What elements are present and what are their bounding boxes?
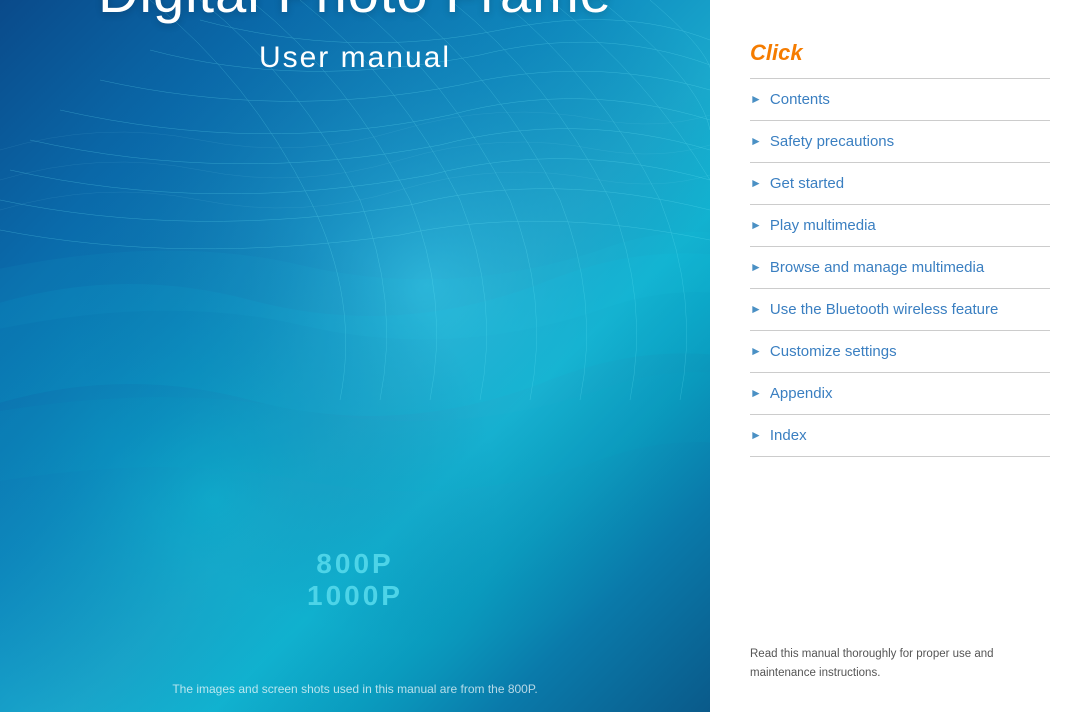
nav-item-appendix[interactable]: ► Appendix bbox=[750, 373, 1050, 415]
nav-list: ► Contents ► Safety precautions ► Get started… bbox=[750, 79, 1050, 629]
chevron-icon: ► bbox=[750, 218, 762, 232]
nav-item-play-multimedia[interactable]: ► Play multimedia bbox=[750, 205, 1050, 247]
chevron-icon: ► bbox=[750, 92, 762, 106]
model-1000p: 1000P bbox=[307, 580, 403, 612]
chevron-icon: ► bbox=[750, 302, 762, 316]
product-title: Digital Photo Frame bbox=[98, 0, 612, 25]
model-800p: 800P bbox=[307, 548, 403, 580]
nav-item-get-started[interactable]: ► Get started bbox=[750, 163, 1050, 205]
left-panel: Digital Photo Frame User manual 800P 100… bbox=[0, 0, 710, 712]
chevron-icon: ► bbox=[750, 134, 762, 148]
nav-item-text: Customize settings bbox=[770, 341, 897, 362]
nav-item-customize-settings[interactable]: ► Customize settings bbox=[750, 331, 1050, 373]
click-label: Click bbox=[750, 40, 1050, 66]
chevron-icon: ► bbox=[750, 344, 762, 358]
nav-item-text: Browse and manage multimedia bbox=[770, 257, 984, 278]
nav-item-text: Appendix bbox=[770, 383, 833, 404]
chevron-icon: ► bbox=[750, 428, 762, 442]
nav-item-text: Get started bbox=[770, 173, 844, 194]
bottom-note: The images and screen shots used in this… bbox=[0, 682, 710, 696]
chevron-icon: ► bbox=[750, 260, 762, 274]
nav-item-text: Play multimedia bbox=[770, 215, 876, 236]
model-numbers: 800P 1000P bbox=[307, 548, 403, 612]
nav-item-text: Contents bbox=[770, 89, 830, 110]
product-subtitle: User manual bbox=[98, 41, 612, 75]
nav-item-text: Safety precautions bbox=[770, 131, 894, 152]
chevron-icon: ► bbox=[750, 386, 762, 400]
nav-item-text: Index bbox=[770, 425, 807, 446]
nav-item-browse-and-manage[interactable]: ► Browse and manage multimedia bbox=[750, 247, 1050, 289]
nav-item-contents[interactable]: ► Contents bbox=[750, 79, 1050, 121]
nav-item-safety-precautions[interactable]: ► Safety precautions bbox=[750, 121, 1050, 163]
chevron-icon: ► bbox=[750, 176, 762, 190]
nav-item-text: Use the Bluetooth wireless feature bbox=[770, 299, 998, 320]
footer-note: Read this manual thoroughly for proper u… bbox=[750, 645, 1050, 682]
right-panel: Click ► Contents ► Safety precautions ► Get s… bbox=[710, 0, 1080, 712]
nav-item-index[interactable]: ► Index bbox=[750, 415, 1050, 457]
nav-item-bluetooth[interactable]: ► Use the Bluetooth wireless feature bbox=[750, 289, 1050, 331]
